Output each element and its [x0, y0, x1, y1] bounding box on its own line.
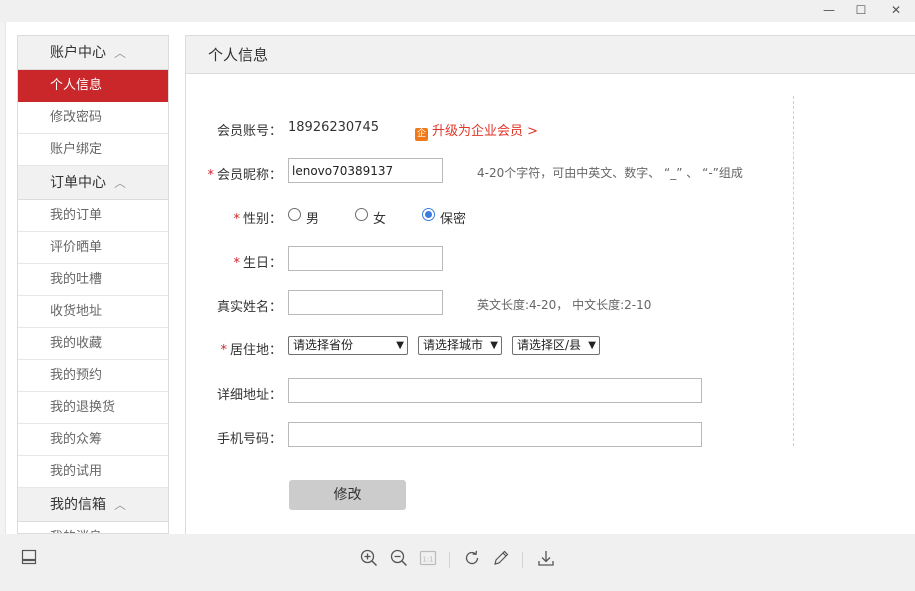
- maximize-button[interactable]: ☐: [851, 2, 871, 18]
- chevron-up-icon: ︿: [114, 46, 127, 60]
- submit-button[interactable]: 修改: [289, 480, 406, 510]
- chevron-up-icon: ︿: [114, 176, 127, 190]
- birthday-label: * 生日：: [182, 252, 282, 271]
- required-mark: *: [220, 343, 227, 358]
- account-value: 18926230745: [288, 120, 379, 135]
- province-select-value: 请选择省份: [293, 338, 354, 352]
- sidebar-section-orders[interactable]: 订单中心 ︿: [18, 166, 168, 200]
- sidebar-item-reservations[interactable]: 我的预约: [18, 360, 168, 392]
- actual-size-icon[interactable]: 1:1: [417, 549, 439, 571]
- zoom-out-icon[interactable]: [388, 549, 410, 571]
- gender-option-secret: 保密: [440, 212, 467, 227]
- gender-label-text: 性别：: [242, 212, 282, 227]
- sidebar-section-title: 订单中心: [50, 175, 106, 191]
- zoom-in-icon[interactable]: [358, 549, 380, 571]
- nickname-label-text: 会员昵称：: [216, 168, 282, 183]
- residence-label: * 居住地：: [182, 339, 282, 358]
- enterprise-icon: 企: [415, 128, 428, 141]
- required-mark: *: [233, 212, 240, 227]
- toolbar-separator: [449, 552, 450, 568]
- nickname-input[interactable]: [288, 158, 443, 183]
- upgrade-link[interactable]: 企升级为企业会员 >: [415, 120, 538, 141]
- realname-label: 真实姓名：: [216, 300, 282, 315]
- realname-input[interactable]: [288, 290, 443, 315]
- sidebar-item-reviews[interactable]: 评价晒单: [18, 232, 168, 264]
- download-icon[interactable]: [535, 549, 557, 571]
- realname-hint: 英文长度:4-20， 中文长度:2-10: [477, 298, 652, 312]
- profile-panel: 个人信息 会员账号： 18926230745 企升级为企业会员 > * 会员昵称：…: [185, 35, 915, 534]
- page-viewport: 账户中心 ︿ 个人信息 修改密码 账户绑定 订单中心 ︿ 我的订单 评价晒单 我的吐…: [0, 22, 915, 534]
- close-button[interactable]: ✕: [886, 2, 906, 18]
- sidebar-section-mailbox[interactable]: 我的信箱 ︿: [18, 488, 168, 522]
- sidebar-item-addresses[interactable]: 收货地址: [18, 296, 168, 328]
- sidebar-item-crowdfunding[interactable]: 我的众筹: [18, 424, 168, 456]
- chevron-down-icon: ▼: [490, 340, 498, 351]
- toolbar-separator: [522, 552, 523, 568]
- minimize-button[interactable]: —: [819, 2, 839, 18]
- left-edge-strip: [0, 22, 6, 534]
- gender-option-male: 男: [306, 212, 320, 227]
- gender-option-female: 女: [373, 212, 387, 227]
- address-input[interactable]: [288, 378, 702, 403]
- account-label: 会员账号：: [216, 124, 282, 139]
- city-select-value: 请选择城市: [423, 338, 484, 352]
- nickname-label: * 会员昵称：: [182, 164, 282, 183]
- window-titlebar: — ☐ ✕: [0, 0, 915, 22]
- phone-input[interactable]: [288, 422, 702, 447]
- phone-label: 手机号码：: [216, 432, 282, 447]
- gender-label: * 性别：: [182, 208, 282, 227]
- sidebar-item-orders[interactable]: 我的订单: [18, 200, 168, 232]
- sidebar-section-title: 账户中心: [50, 45, 106, 61]
- sidebar-item-profile[interactable]: 个人信息: [18, 70, 168, 102]
- residence-label-text: 居住地：: [229, 343, 282, 358]
- gender-radio-male[interactable]: [288, 208, 301, 221]
- sidebar-item-complaints[interactable]: 我的吐槽: [18, 264, 168, 296]
- pencil-icon[interactable]: [490, 549, 512, 571]
- rotate-icon[interactable]: [461, 549, 483, 571]
- chevron-down-icon: ▼: [588, 340, 596, 351]
- sidebar-item-binding[interactable]: 账户绑定: [18, 134, 168, 166]
- required-mark: *: [233, 256, 240, 271]
- nickname-hint: 4-20个字符，可由中英文、数字、 “_” 、 “-”组成: [477, 166, 743, 180]
- sidebar-item-favorites[interactable]: 我的收藏: [18, 328, 168, 360]
- chevron-up-icon: ︿: [114, 498, 127, 512]
- required-mark: *: [207, 168, 214, 183]
- sidebar-item-trials[interactable]: 我的试用: [18, 456, 168, 488]
- address-label: 详细地址：: [216, 388, 282, 403]
- gender-radio-secret[interactable]: [422, 208, 435, 221]
- sidebar-section-title: 我的信箱: [50, 497, 106, 513]
- viewer-toolbar: 1:1: [0, 534, 915, 591]
- birthday-input[interactable]: [288, 246, 443, 271]
- district-select-value: 请选择区/县: [517, 338, 582, 352]
- chevron-down-icon: ▼: [396, 340, 404, 351]
- layout-icon[interactable]: [18, 549, 40, 571]
- gender-radio-female[interactable]: [355, 208, 368, 221]
- sidebar-nav: 账户中心 ︿ 个人信息 修改密码 账户绑定 订单中心 ︿ 我的订单 评价晒单 我的吐…: [17, 35, 169, 534]
- sidebar-item-password[interactable]: 修改密码: [18, 102, 168, 134]
- district-select[interactable]: 请选择区/县 ▼: [512, 336, 600, 355]
- birthday-label-text: 生日：: [242, 256, 282, 271]
- upgrade-link-text: 升级为企业会员 >: [432, 124, 539, 139]
- svg-text:1:1: 1:1: [422, 556, 433, 564]
- sidebar-item-returns[interactable]: 我的退换货: [18, 392, 168, 424]
- dashed-divider: [793, 96, 794, 446]
- province-select[interactable]: 请选择省份 ▼: [288, 336, 408, 355]
- page-title: 个人信息: [186, 36, 915, 74]
- sidebar-section-account[interactable]: 账户中心 ︿: [18, 36, 168, 70]
- city-select[interactable]: 请选择城市 ▼: [418, 336, 502, 355]
- sidebar-item-messages[interactable]: 我的消息: [18, 522, 168, 533]
